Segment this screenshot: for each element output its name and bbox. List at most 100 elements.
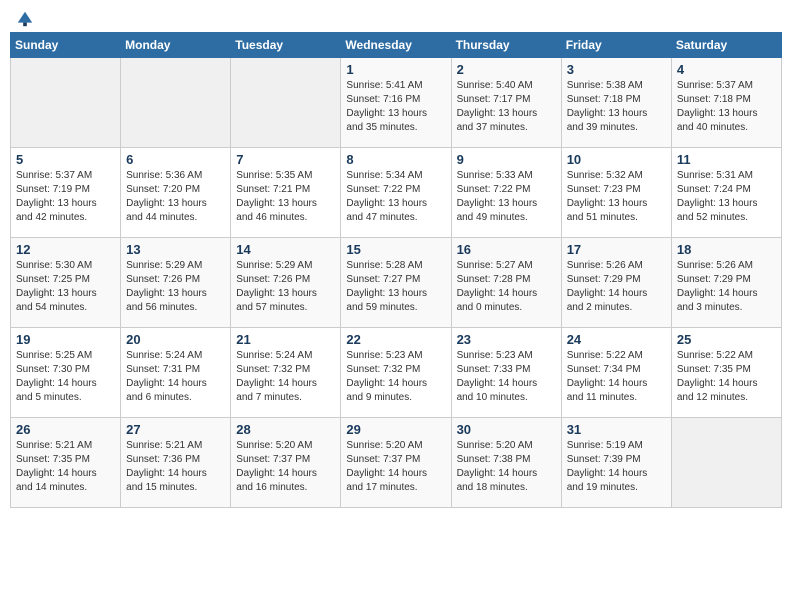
weekday-header-saturday: Saturday — [671, 33, 781, 58]
day-info-line: Daylight: 14 hours — [677, 377, 776, 391]
day-number: 21 — [236, 332, 335, 347]
day-info-line: Daylight: 14 hours — [346, 377, 445, 391]
calendar-cell — [671, 418, 781, 508]
day-number: 20 — [126, 332, 225, 347]
calendar-cell: 1Sunrise: 5:41 AMSunset: 7:16 PMDaylight… — [341, 58, 451, 148]
day-info-line: Sunset: 7:16 PM — [346, 93, 445, 107]
day-info-line: Sunrise: 5:23 AM — [457, 349, 556, 363]
day-info-line: and 0 minutes. — [457, 301, 556, 315]
calendar-cell: 22Sunrise: 5:23 AMSunset: 7:32 PMDayligh… — [341, 328, 451, 418]
day-info-line: Daylight: 14 hours — [236, 377, 335, 391]
day-info-line: Sunrise: 5:38 AM — [567, 79, 666, 93]
day-info-line: Sunset: 7:22 PM — [346, 183, 445, 197]
calendar-week-row: 5Sunrise: 5:37 AMSunset: 7:19 PMDaylight… — [11, 148, 782, 238]
day-info-line: Sunset: 7:32 PM — [236, 363, 335, 377]
calendar-cell: 16Sunrise: 5:27 AMSunset: 7:28 PMDayligh… — [451, 238, 561, 328]
day-info-line: Sunrise: 5:30 AM — [16, 259, 115, 273]
day-number: 25 — [677, 332, 776, 347]
day-info-line: and 2 minutes. — [567, 301, 666, 315]
day-info-line: Daylight: 13 hours — [16, 197, 115, 211]
calendar-cell: 9Sunrise: 5:33 AMSunset: 7:22 PMDaylight… — [451, 148, 561, 238]
day-info-line: Daylight: 13 hours — [457, 197, 556, 211]
day-info-line: Daylight: 14 hours — [457, 467, 556, 481]
logo-icon — [16, 10, 34, 28]
day-info-line: Sunrise: 5:24 AM — [236, 349, 335, 363]
calendar-week-row: 19Sunrise: 5:25 AMSunset: 7:30 PMDayligh… — [11, 328, 782, 418]
day-number: 24 — [567, 332, 666, 347]
day-number: 19 — [16, 332, 115, 347]
day-info-line: Sunset: 7:25 PM — [16, 273, 115, 287]
day-info-line: Sunrise: 5:21 AM — [126, 439, 225, 453]
day-info-line: Sunrise: 5:36 AM — [126, 169, 225, 183]
day-info-line: Sunrise: 5:22 AM — [567, 349, 666, 363]
day-info-line: Sunrise: 5:20 AM — [346, 439, 445, 453]
day-info-line: Daylight: 14 hours — [126, 377, 225, 391]
day-info-line: Daylight: 13 hours — [126, 197, 225, 211]
calendar-cell: 23Sunrise: 5:23 AMSunset: 7:33 PMDayligh… — [451, 328, 561, 418]
day-info-line: and 39 minutes. — [567, 121, 666, 135]
day-info-line: Sunset: 7:31 PM — [126, 363, 225, 377]
day-info-line: Sunrise: 5:20 AM — [457, 439, 556, 453]
day-info-line: Daylight: 14 hours — [16, 467, 115, 481]
day-info-line: and 42 minutes. — [16, 211, 115, 225]
day-info-line: Daylight: 14 hours — [126, 467, 225, 481]
day-number: 30 — [457, 422, 556, 437]
calendar-cell: 11Sunrise: 5:31 AMSunset: 7:24 PMDayligh… — [671, 148, 781, 238]
day-number: 29 — [346, 422, 445, 437]
calendar-week-row: 1Sunrise: 5:41 AMSunset: 7:16 PMDaylight… — [11, 58, 782, 148]
calendar-cell: 14Sunrise: 5:29 AMSunset: 7:26 PMDayligh… — [231, 238, 341, 328]
day-info-line: Daylight: 14 hours — [457, 287, 556, 301]
day-info-line: Sunrise: 5:32 AM — [567, 169, 666, 183]
day-info-line: Sunset: 7:28 PM — [457, 273, 556, 287]
day-number: 26 — [16, 422, 115, 437]
day-info-line: Sunset: 7:30 PM — [16, 363, 115, 377]
weekday-header-monday: Monday — [121, 33, 231, 58]
calendar-cell: 8Sunrise: 5:34 AMSunset: 7:22 PMDaylight… — [341, 148, 451, 238]
day-number: 12 — [16, 242, 115, 257]
calendar-cell: 4Sunrise: 5:37 AMSunset: 7:18 PMDaylight… — [671, 58, 781, 148]
weekday-header-thursday: Thursday — [451, 33, 561, 58]
calendar-cell: 30Sunrise: 5:20 AMSunset: 7:38 PMDayligh… — [451, 418, 561, 508]
day-info-line: Sunset: 7:32 PM — [346, 363, 445, 377]
weekday-header-sunday: Sunday — [11, 33, 121, 58]
day-info-line: Sunrise: 5:22 AM — [677, 349, 776, 363]
day-info-line: Daylight: 13 hours — [346, 107, 445, 121]
day-info-line: and 5 minutes. — [16, 391, 115, 405]
day-info-line: Sunset: 7:17 PM — [457, 93, 556, 107]
day-info-line: Sunset: 7:35 PM — [677, 363, 776, 377]
day-info-line: Sunset: 7:21 PM — [236, 183, 335, 197]
day-number: 8 — [346, 152, 445, 167]
calendar-cell: 27Sunrise: 5:21 AMSunset: 7:36 PMDayligh… — [121, 418, 231, 508]
calendar-cell — [121, 58, 231, 148]
day-info-line: Daylight: 13 hours — [567, 107, 666, 121]
day-number: 10 — [567, 152, 666, 167]
day-info-line: Sunset: 7:18 PM — [567, 93, 666, 107]
day-info-line: Sunset: 7:37 PM — [346, 453, 445, 467]
day-info-line: and 49 minutes. — [457, 211, 556, 225]
calendar-table: SundayMondayTuesdayWednesdayThursdayFrid… — [10, 32, 782, 508]
weekday-header-tuesday: Tuesday — [231, 33, 341, 58]
calendar-cell: 12Sunrise: 5:30 AMSunset: 7:25 PMDayligh… — [11, 238, 121, 328]
calendar-cell: 17Sunrise: 5:26 AMSunset: 7:29 PMDayligh… — [561, 238, 671, 328]
day-number: 11 — [677, 152, 776, 167]
logo — [14, 10, 34, 24]
calendar-cell: 20Sunrise: 5:24 AMSunset: 7:31 PMDayligh… — [121, 328, 231, 418]
day-info-line: and 57 minutes. — [236, 301, 335, 315]
day-info-line: Sunrise: 5:29 AM — [236, 259, 335, 273]
day-info-line: and 52 minutes. — [677, 211, 776, 225]
day-info-line: and 56 minutes. — [126, 301, 225, 315]
day-info-line: Sunset: 7:33 PM — [457, 363, 556, 377]
day-number: 31 — [567, 422, 666, 437]
day-info-line: Sunrise: 5:19 AM — [567, 439, 666, 453]
day-info-line: Sunrise: 5:23 AM — [346, 349, 445, 363]
day-info-line: Daylight: 14 hours — [236, 467, 335, 481]
day-number: 4 — [677, 62, 776, 77]
day-info-line: Sunrise: 5:35 AM — [236, 169, 335, 183]
day-number: 18 — [677, 242, 776, 257]
calendar-week-row: 26Sunrise: 5:21 AMSunset: 7:35 PMDayligh… — [11, 418, 782, 508]
day-info-line: and 51 minutes. — [567, 211, 666, 225]
day-info-line: and 37 minutes. — [457, 121, 556, 135]
calendar-cell: 5Sunrise: 5:37 AMSunset: 7:19 PMDaylight… — [11, 148, 121, 238]
page-header — [10, 10, 782, 24]
day-info-line: Sunrise: 5:37 AM — [16, 169, 115, 183]
